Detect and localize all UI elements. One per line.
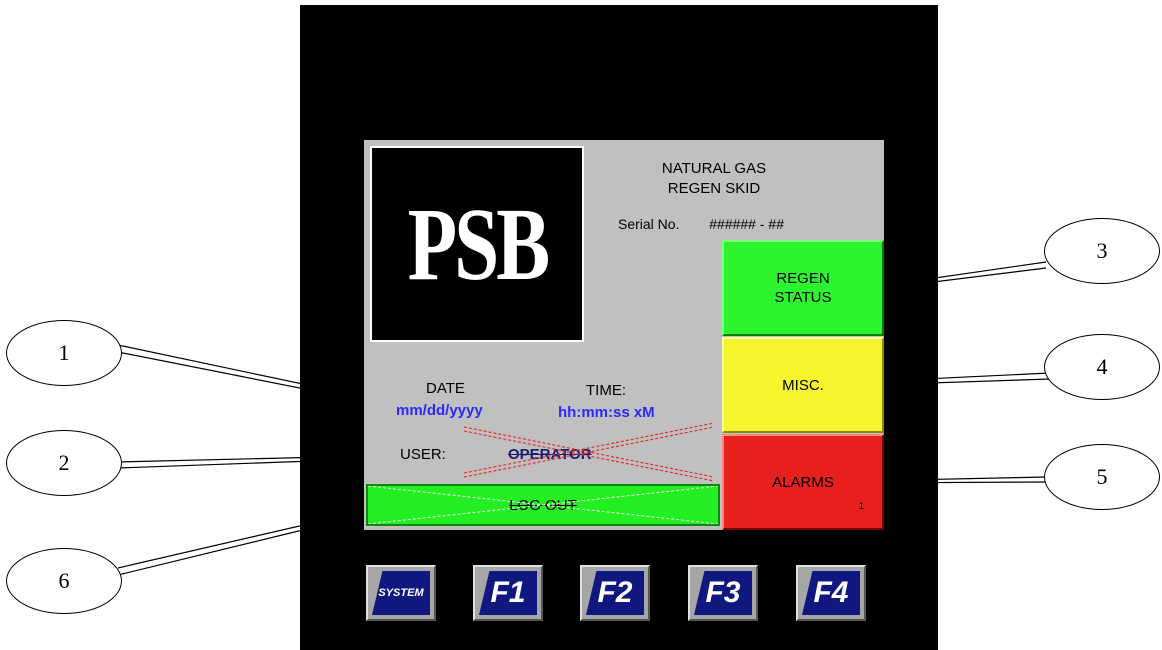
f4-key[interactable]: F4 [796, 565, 866, 621]
alarm-count: 1 [858, 501, 864, 511]
f2-key-label: F2 [586, 571, 644, 615]
callout-3: 3 [1044, 218, 1160, 284]
time-label: TIME: [586, 382, 626, 399]
callout-2: 2 [6, 430, 122, 496]
serial-value: ###### - ## [709, 216, 784, 232]
callout-5: 5 [1044, 444, 1160, 510]
date-label: DATE [426, 380, 465, 397]
f1-key-label: F1 [479, 571, 537, 615]
title-line-1: NATURAL GAS [661, 160, 767, 177]
alarms-button[interactable]: ALARMS 1 [722, 434, 884, 530]
system-key[interactable]: SYSTEM [366, 565, 436, 621]
time-value: hh:mm:ss xM [558, 404, 655, 421]
serial-label: Serial No. [618, 216, 680, 232]
title-line-2: REGEN SKID [667, 180, 761, 197]
user-value: OPERATOR [508, 446, 592, 463]
psb-logo: PSB [370, 146, 584, 342]
date-value: mm/dd/yyyy [396, 402, 483, 419]
callout-6: 6 [6, 548, 122, 614]
logout-button[interactable]: LOG OUT [366, 484, 720, 526]
f4-key-label: F4 [802, 571, 860, 615]
callout-4: 4 [1044, 334, 1160, 400]
callout-1: 1 [6, 320, 122, 386]
f3-key-label: F3 [694, 571, 752, 615]
f2-key[interactable]: F2 [580, 565, 650, 621]
f1-key[interactable]: F1 [473, 565, 543, 621]
system-key-label: SYSTEM [372, 571, 430, 615]
regen-status-button[interactable]: REGEN STATUS [722, 240, 884, 336]
f3-key[interactable]: F3 [688, 565, 758, 621]
misc-button[interactable]: MISC. [722, 337, 884, 433]
hmi-screen: PSB NATURAL GAS REGEN SKID Serial No. ##… [364, 140, 884, 530]
user-label: USER: [400, 446, 446, 463]
